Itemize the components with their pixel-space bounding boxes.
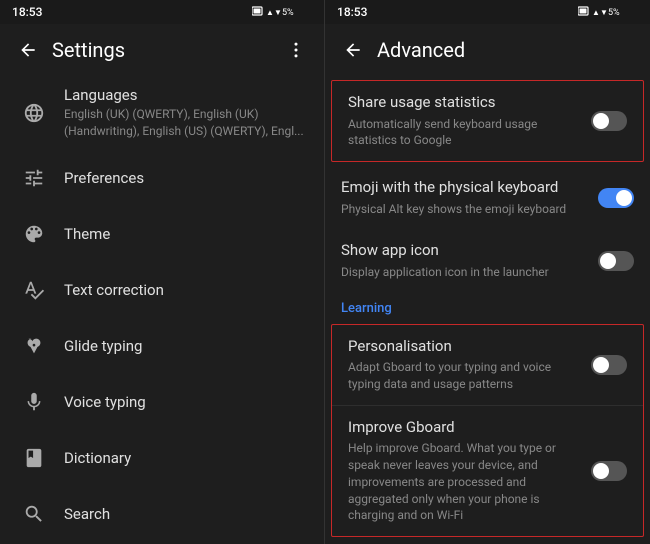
adv-item-personalisation[interactable]: Personalisation Adapt Gboard to your typ…: [332, 325, 643, 405]
share-usage-subtitle: Automatically send keyboard usage statis…: [348, 116, 583, 150]
glide-typing-text: Glide typing: [64, 337, 308, 355]
share-usage-toggle[interactable]: [591, 111, 627, 131]
theme-title: Theme: [64, 225, 308, 243]
back-button-left[interactable]: [12, 34, 44, 66]
show-app-icon-subtitle: Display application icon in the launcher: [341, 264, 590, 281]
status-icons-left: ▲ ▼ 5%: [252, 4, 312, 21]
right-panel: 18:53 ▲ ▼ 5% Advanced Share usage statis…: [325, 0, 650, 544]
emoji-toggle[interactable]: [598, 188, 634, 208]
right-header: Advanced: [325, 24, 650, 76]
dictionary-text: Dictionary: [64, 449, 308, 467]
more-options-button[interactable]: [280, 34, 312, 66]
svg-text:5%: 5%: [608, 8, 620, 18]
svg-text:5%: 5%: [282, 8, 294, 18]
learning-highlighted: Personalisation Adapt Gboard to your typ…: [331, 324, 644, 538]
emoji-subtitle: Physical Alt key shows the emoji keyboar…: [341, 201, 590, 218]
adv-item-share-usage[interactable]: Share usage statistics Automatically sen…: [332, 81, 643, 161]
text-correction-text: Text correction: [64, 281, 308, 299]
adv-item-emoji[interactable]: Emoji with the physical keyboard Physica…: [325, 166, 650, 229]
search-title: Search: [64, 505, 308, 523]
back-button-right[interactable]: [337, 34, 369, 66]
improve-gboard-title: Improve Gboard: [348, 418, 583, 438]
show-app-icon-toggle[interactable]: [598, 251, 634, 271]
sidebar-item-glide-typing[interactable]: Glide typing: [0, 318, 324, 374]
text-correction-title: Text correction: [64, 281, 308, 299]
settings-list: Languages English (UK) (QWERTY), English…: [0, 76, 324, 544]
search-text: Search: [64, 505, 308, 523]
languages-title: Languages: [64, 86, 308, 104]
svg-text:▼: ▼: [274, 8, 282, 17]
adv-item-show-app-icon[interactable]: Show app icon Display application icon i…: [325, 229, 650, 292]
share-usage-title: Share usage statistics: [348, 93, 583, 113]
svg-text:▼: ▼: [600, 8, 608, 17]
dictionary-icon: [16, 440, 52, 476]
sidebar-item-voice-typing[interactable]: Voice typing: [0, 374, 324, 430]
svg-text:▲: ▲: [266, 8, 274, 17]
status-bar-right: 18:53 ▲ ▼ 5%: [325, 0, 650, 24]
show-app-icon-title: Show app icon: [341, 241, 590, 261]
text-correction-icon: [16, 272, 52, 308]
glide-typing-title: Glide typing: [64, 337, 308, 355]
status-icons-right: ▲ ▼ 5%: [578, 4, 638, 21]
preferences-title: Preferences: [64, 169, 308, 187]
voice-typing-title: Voice typing: [64, 393, 308, 411]
voice-typing-icon: [16, 384, 52, 420]
status-time-left: 18:53: [12, 5, 42, 19]
advanced-list: Share usage statistics Automatically sen…: [325, 76, 650, 544]
preferences-icon: [16, 160, 52, 196]
search-icon: [16, 496, 52, 532]
personalisation-text: Personalisation Adapt Gboard to your typ…: [348, 337, 591, 393]
status-bar-left: 18:53 ▲ ▼ 5%: [0, 0, 324, 24]
voice-typing-text: Voice typing: [64, 393, 308, 411]
improve-gboard-text: Improve Gboard Help improve Gboard. What…: [348, 418, 591, 524]
status-time-right: 18:53: [337, 5, 367, 19]
left-header-title: Settings: [52, 38, 280, 62]
dictionary-title: Dictionary: [64, 449, 308, 467]
personalisation-toggle[interactable]: [591, 355, 627, 375]
show-app-icon-text: Show app icon Display application icon i…: [341, 241, 598, 280]
personalisation-subtitle: Adapt Gboard to your typing and voice ty…: [348, 359, 583, 393]
improve-gboard-subtitle: Help improve Gboard. What you type or sp…: [348, 440, 583, 524]
improve-gboard-toggle[interactable]: [591, 461, 627, 481]
share-usage-highlighted: Share usage statistics Automatically sen…: [331, 80, 644, 162]
share-usage-text: Share usage statistics Automatically sen…: [348, 93, 591, 149]
theme-icon: [16, 216, 52, 252]
languages-text: Languages English (UK) (QWERTY), English…: [64, 86, 308, 140]
learning-section-label: Learning: [325, 293, 650, 320]
sidebar-item-theme[interactable]: Theme: [0, 206, 324, 262]
personalisation-title: Personalisation: [348, 337, 583, 357]
preferences-text: Preferences: [64, 169, 308, 187]
emoji-title: Emoji with the physical keyboard: [341, 178, 590, 198]
sidebar-item-text-correction[interactable]: Text correction: [0, 262, 324, 318]
glide-typing-icon: [16, 328, 52, 364]
adv-item-improve-gboard[interactable]: Improve Gboard Help improve Gboard. What…: [332, 406, 643, 536]
emoji-text: Emoji with the physical keyboard Physica…: [341, 178, 598, 217]
sidebar-item-languages[interactable]: Languages English (UK) (QWERTY), English…: [0, 76, 324, 150]
left-panel: 18:53 ▲ ▼ 5% Settings Langu: [0, 0, 325, 544]
right-header-title: Advanced: [377, 38, 638, 62]
sidebar-item-dictionary[interactable]: Dictionary: [0, 430, 324, 486]
languages-subtitle: English (UK) (QWERTY), English (UK) (Han…: [64, 106, 308, 140]
sidebar-item-preferences[interactable]: Preferences: [0, 150, 324, 206]
languages-icon: [16, 95, 52, 131]
svg-text:▲: ▲: [592, 8, 600, 17]
left-header: Settings: [0, 24, 324, 76]
sidebar-item-search[interactable]: Search: [0, 486, 324, 542]
theme-text: Theme: [64, 225, 308, 243]
